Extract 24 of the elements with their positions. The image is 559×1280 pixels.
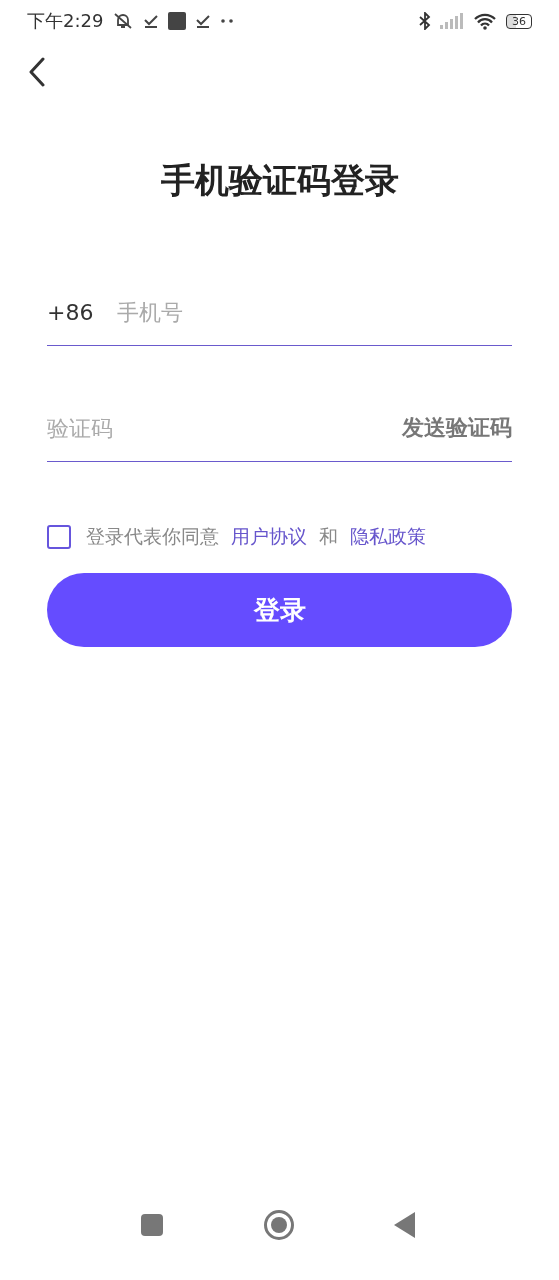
battery-icon: 36: [506, 13, 532, 29]
home-icon[interactable]: [262, 1209, 295, 1241]
privacy-policy-link[interactable]: 隐私政策: [350, 524, 426, 550]
back-triangle-icon[interactable]: [394, 1212, 416, 1238]
download-done-icon: [143, 13, 160, 29]
agreement-text: 登录代表你同意: [86, 524, 219, 549]
code-input[interactable]: 验证码: [47, 415, 402, 441]
page-title: 手机验证码登录: [159, 159, 400, 202]
country-code[interactable]: +86: [47, 299, 94, 325]
send-code-link[interactable]: 发送验证码: [402, 413, 512, 443]
more-dots-icon: [220, 18, 235, 24]
square-icon: [168, 12, 187, 30]
wifi-icon: [473, 12, 497, 30]
login-button[interactable]: 登录: [47, 573, 512, 647]
back-icon[interactable]: [28, 57, 46, 87]
status-time: 下午2:29: [27, 9, 104, 33]
agreement-joiner: 和: [319, 524, 338, 549]
phone-input[interactable]: 手机号: [117, 299, 512, 325]
bluetooth-icon: [419, 12, 431, 30]
signal-icon: [440, 13, 464, 29]
recents-icon[interactable]: [141, 1214, 163, 1236]
agreement-checkbox[interactable]: [47, 525, 71, 549]
download-done-icon: [195, 13, 212, 29]
user-agreement-link[interactable]: 用户协议: [231, 524, 307, 550]
